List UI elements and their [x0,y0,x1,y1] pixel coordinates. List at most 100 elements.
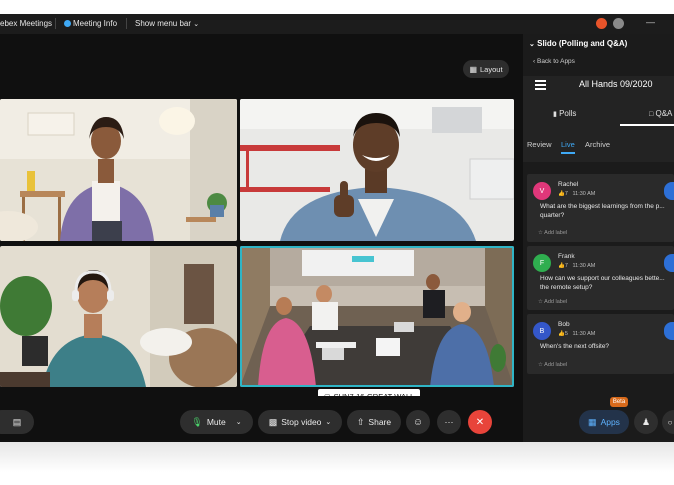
more-icon: ··· [444,417,454,427]
share-icon: ⇧ [356,416,365,427]
add-label-button[interactable]: ☆ Add label [538,362,567,368]
back-to-apps-link[interactable]: ‹ Back to Apps [533,58,575,65]
question-card[interactable]: B Bob 👍5 11:30 AM When's the next offsit… [527,314,674,374]
meeting-info-label: Meeting Info [73,19,118,28]
star-icon: ☆ [538,362,543,368]
thumbs-up-icon: 👍 [558,331,565,337]
camera-icon: ▩ [268,416,278,427]
participants-button[interactable]: ♟ [634,410,658,434]
event-title: All Hands 09/2020 [579,79,653,89]
meeting-toolbar: ▤ 🎙 Mute ⌄ ▩ Stop video ⌄ ⇧ Share ☺ ··· … [0,396,522,442]
recording-icon[interactable] [596,18,607,29]
participant-video-3 [0,246,237,387]
meeting-window: ebex Meetings Meeting Info Show menu bar… [0,14,674,442]
apps-label: Apps [600,417,620,427]
tab-polls-label: Polls [559,109,577,118]
close-icon: ✕ [475,416,485,428]
upvote-button[interactable] [664,322,674,340]
share-button[interactable]: ⇧ Share [347,410,401,434]
subtab-archive[interactable]: Archive [585,140,610,149]
microphone-icon: 🎙 [191,416,203,427]
add-label-text: Add label [544,299,568,305]
window-reflection [0,442,674,485]
title-bar: ebex Meetings Meeting Info Show menu bar… [0,14,674,34]
question-meta: 👍5 11:30 AM [558,331,595,337]
layout-button[interactable]: ▦ Layout [463,60,509,78]
video-tile-participant-3[interactable] [0,246,237,387]
video-stage: ▦ Layout [0,34,522,404]
chevron-left-icon: ‹ [533,58,536,65]
participant-video-2 [240,99,514,241]
add-label-text: Add label [544,362,568,368]
back-to-apps-label: Back to Apps [536,58,575,65]
tab-qa[interactable]: □ Q&A [649,109,672,118]
apps-button[interactable]: ▦ Apps [579,410,629,434]
title-separator [55,18,56,29]
show-menu-bar-label: Show menu bar [135,19,192,28]
upvote-button[interactable] [664,254,674,272]
avatar: F [533,254,551,272]
room-video [240,246,514,387]
show-menu-bar-button[interactable]: Show menu bar ⌄ [135,19,199,28]
slido-panel: ⌄ Slido (Polling and Q&A) ‹ Back to Apps… [523,34,674,442]
video-tile-participant-1[interactable] [0,99,237,241]
person-icon: ♟ [641,416,651,427]
more-options-button[interactable]: ··· [437,410,461,434]
layout-label: Layout [480,64,503,74]
end-call-button[interactable]: ✕ [468,410,492,434]
question-text: What are the biggest learnings from the … [540,203,665,219]
question-author: Bob [558,321,570,328]
question-text: How can we support our colleagues bette.… [540,275,665,291]
captions-icon: ▤ [12,416,22,427]
minimize-button[interactable]: — [646,17,655,27]
mute-button[interactable]: 🎙 Mute ⌄ [180,410,253,434]
connection-icon[interactable] [613,18,624,29]
stop-video-label: Stop video [281,417,322,427]
avatar: V [533,182,551,200]
thumbs-up-icon: 👍 [558,191,565,197]
thumbs-up-icon: 👍 [558,263,565,269]
tab-polls[interactable]: ▮ Polls [553,109,576,118]
mute-label: Mute [206,417,226,427]
chevron-down-icon: ⌄ [529,41,535,48]
subtab-live[interactable]: Live [561,140,575,149]
slido-panel-header[interactable]: ⌄ Slido (Polling and Q&A) [529,39,627,48]
question-meta: 👍7 11:30 AM [558,191,595,197]
add-label-text: Add label [544,230,568,236]
meeting-info-button[interactable]: Meeting Info [64,19,117,28]
chat-icon: ○ [667,417,673,427]
question-author: Rachel [558,181,579,188]
active-tab-indicator [620,124,674,126]
add-label-button[interactable]: ☆ Add label [538,299,567,305]
add-label-button[interactable]: ☆ Add label [538,230,567,236]
question-meta: 👍7 11:30 AM [558,263,595,269]
bar-chart-icon: ▮ [553,111,557,118]
video-tile-room-active[interactable] [240,246,514,387]
vote-count: 7 [564,191,568,197]
question-time: 11:30 AM [572,331,596,337]
chat-bubble-icon: □ [649,111,654,118]
menu-icon[interactable] [535,80,546,92]
participant-video-1 [0,99,237,241]
stop-video-button[interactable]: ▩ Stop video ⌄ [258,410,342,434]
star-icon: ☆ [538,230,543,236]
upvote-button[interactable] [664,182,674,200]
beta-badge: Beta [610,397,628,407]
tab-qa-label: Q&A [655,109,673,118]
avatar: B [533,322,551,340]
question-time: 11:30 AM [572,263,596,269]
title-separator [126,18,127,29]
subtab-review[interactable]: Review [527,140,552,149]
question-card[interactable]: F Frank 👍7 11:30 AM How can we support o… [527,246,674,310]
apps-grid-icon: ▦ [588,416,597,427]
captions-button[interactable]: ▤ [0,410,34,434]
reactions-button[interactable]: ☺ [406,410,430,434]
chevron-down-icon: ⌄ [325,419,332,426]
video-tile-participant-2[interactable] [240,99,514,241]
question-card[interactable]: V Rachel 👍7 11:30 AM What are the bigges… [527,174,674,242]
info-icon [64,20,71,27]
chevron-down-icon: ⌄ [235,419,242,426]
slido-panel-title: Slido (Polling and Q&A) [537,39,628,48]
app-name: ebex Meetings [0,19,53,28]
question-author: Frank [558,253,575,260]
